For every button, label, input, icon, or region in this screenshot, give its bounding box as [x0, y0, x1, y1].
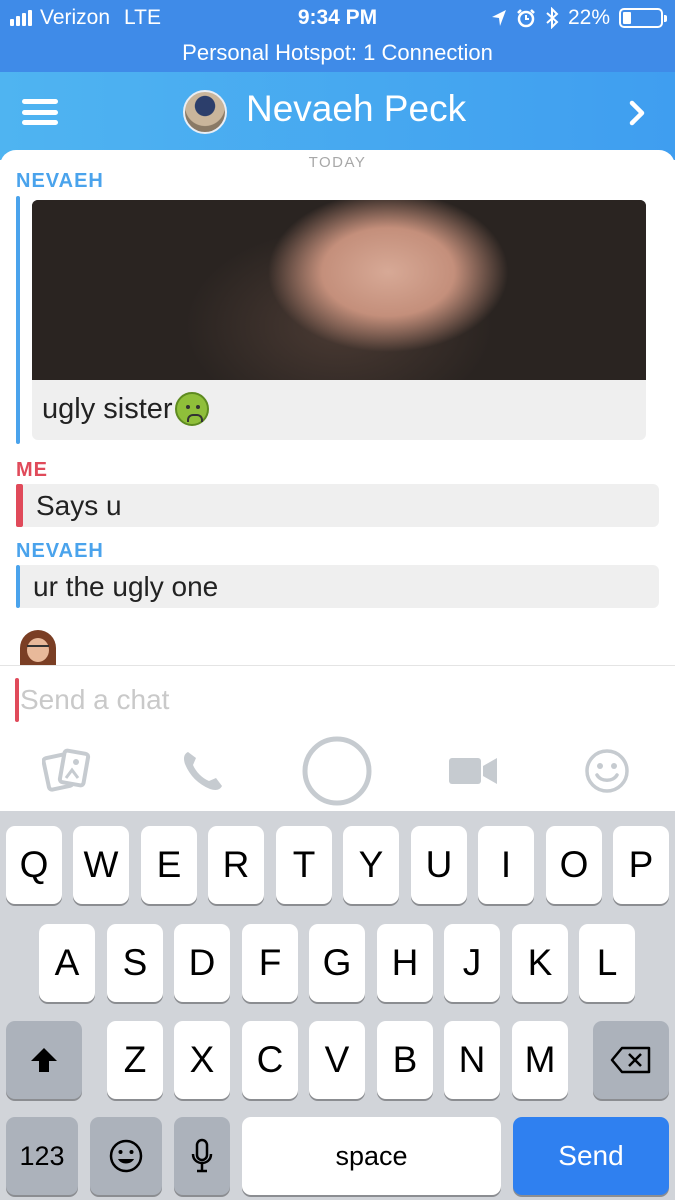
- key-s[interactable]: S: [107, 924, 163, 1002]
- message-bar: [16, 196, 20, 444]
- key-j[interactable]: J: [444, 924, 500, 1002]
- key-c[interactable]: C: [242, 1021, 298, 1099]
- menu-icon[interactable]: [22, 96, 58, 128]
- chat-panel[interactable]: TODAY NEVAEH ugly sister ME Says u NEVAE…: [0, 150, 675, 665]
- key-w[interactable]: W: [73, 826, 129, 904]
- photo-message[interactable]: ugly sister: [32, 200, 646, 440]
- send-key[interactable]: Send: [513, 1117, 669, 1195]
- dictation-key[interactable]: [174, 1117, 230, 1195]
- key-b[interactable]: B: [377, 1021, 433, 1099]
- message-text[interactable]: Says u: [23, 484, 659, 527]
- text-cursor: [15, 678, 19, 722]
- status-icons: 22%: [491, 6, 667, 30]
- key-k[interactable]: K: [512, 924, 568, 1002]
- key-m[interactable]: M: [512, 1021, 568, 1099]
- photo-caption: ugly sister: [42, 392, 209, 426]
- key-d[interactable]: D: [174, 924, 230, 1002]
- status-bar: Verizon LTE 9:34 PM 22% Personal Hotspot…: [0, 0, 675, 72]
- alarm-icon: [517, 9, 535, 28]
- date-divider: TODAY: [308, 154, 367, 171]
- emoji-icon: [109, 1139, 143, 1173]
- message-text[interactable]: ur the ugly one: [20, 565, 659, 608]
- sender-label: NEVAEH: [16, 170, 104, 192]
- message-bar: [16, 484, 23, 527]
- location-icon: [491, 10, 506, 26]
- memories-icon[interactable]: [40, 738, 96, 804]
- key-t[interactable]: T: [276, 826, 332, 904]
- bluetooth-icon: [546, 7, 559, 29]
- key-v[interactable]: V: [309, 1021, 365, 1099]
- chat-header: Nevaeh Peck: [0, 72, 675, 160]
- key-i[interactable]: I: [478, 826, 534, 904]
- key-n[interactable]: N: [444, 1021, 500, 1099]
- numbers-key[interactable]: 123: [6, 1117, 78, 1195]
- emoji-icon[interactable]: [583, 738, 631, 804]
- backspace-icon: [610, 1046, 651, 1074]
- contact-name[interactable]: Nevaeh Peck: [246, 88, 466, 130]
- bitmoji-avatar: [18, 628, 58, 665]
- battery-icon: [619, 8, 667, 28]
- key-l[interactable]: L: [579, 924, 635, 1002]
- phone-icon[interactable]: [178, 738, 228, 804]
- sender-label: ME: [16, 459, 48, 481]
- space-key[interactable]: space: [242, 1117, 501, 1195]
- key-q[interactable]: Q: [6, 826, 62, 904]
- shift-icon: [31, 1048, 57, 1072]
- key-p[interactable]: P: [613, 826, 669, 904]
- microphone-icon: [191, 1138, 213, 1173]
- key-o[interactable]: O: [546, 826, 602, 904]
- battery-percent: 22%: [567, 6, 610, 29]
- key-u[interactable]: U: [411, 826, 467, 904]
- key-z[interactable]: Z: [107, 1021, 163, 1099]
- capture-button[interactable]: [301, 736, 373, 806]
- delete-key[interactable]: [593, 1021, 669, 1099]
- shift-key[interactable]: [6, 1021, 82, 1099]
- nauseated-face-icon: [174, 392, 209, 426]
- key-f[interactable]: F: [242, 924, 298, 1002]
- emoji-key[interactable]: [90, 1117, 162, 1195]
- key-x[interactable]: X: [174, 1021, 230, 1099]
- chevron-right-icon[interactable]: [629, 100, 645, 126]
- key-g[interactable]: G: [309, 924, 365, 1002]
- avatar[interactable]: [183, 90, 227, 134]
- caption-text: ugly sister: [42, 392, 173, 425]
- key-e[interactable]: E: [141, 826, 197, 904]
- key-h[interactable]: H: [377, 924, 433, 1002]
- snap-photo[interactable]: [32, 200, 646, 380]
- composer: [0, 665, 675, 811]
- keyboard: Q W E R T Y U I O P A S D F G H J K L Z …: [0, 811, 675, 1200]
- hotspot-banner[interactable]: Personal Hotspot: 1 Connection: [0, 40, 675, 66]
- key-r[interactable]: R: [208, 826, 264, 904]
- key-y[interactable]: Y: [343, 826, 399, 904]
- sender-label: NEVAEH: [16, 540, 104, 562]
- chat-input[interactable]: [20, 680, 620, 720]
- video-icon[interactable]: [446, 738, 500, 804]
- key-a[interactable]: A: [39, 924, 95, 1002]
